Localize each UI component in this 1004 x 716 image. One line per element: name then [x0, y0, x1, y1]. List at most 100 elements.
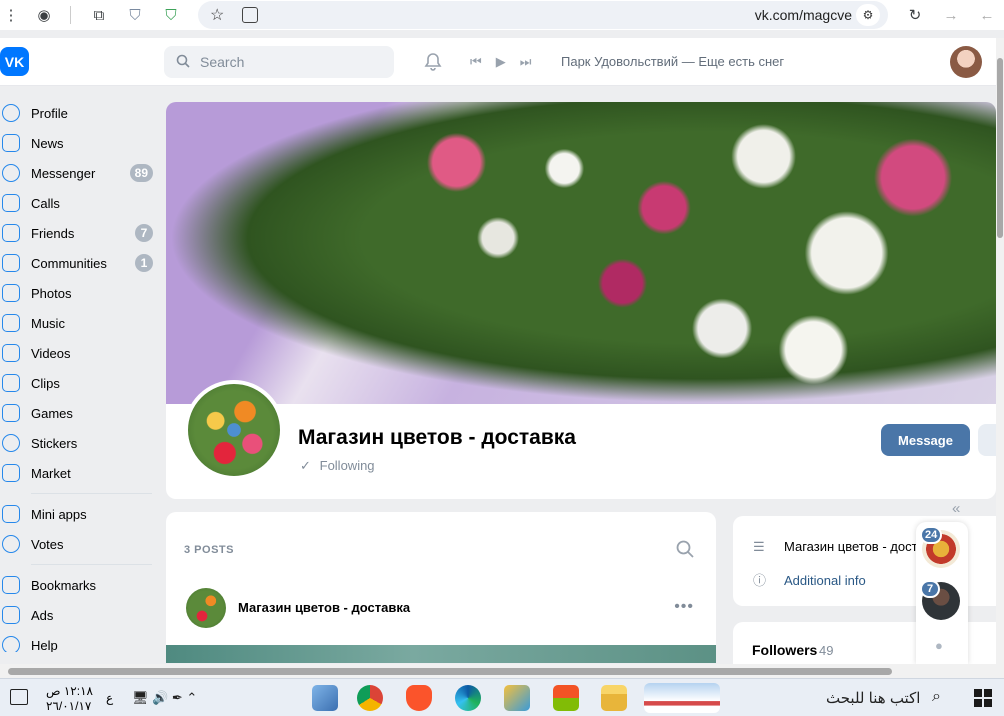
adguard-icon[interactable]: ⛉ [160, 4, 182, 26]
sidebar-item-messenger[interactable]: Messenger 89 [0, 158, 160, 188]
notification-icon[interactable] [10, 689, 28, 705]
post-author-avatar[interactable] [186, 588, 226, 628]
message-button[interactable]: Message [881, 424, 970, 456]
search-input[interactable] [164, 46, 394, 78]
bookmark-star-icon[interactable]: ☆ [210, 5, 224, 25]
messenger-icon [2, 164, 20, 182]
description-row[interactable]: ☰ Магазин цветов - дост [753, 539, 918, 555]
brave-icon[interactable] [406, 685, 432, 711]
text-lines-icon: ☰ [753, 539, 765, 554]
following-status[interactable]: ✓ Following [300, 458, 375, 474]
translate-icon[interactable] [242, 7, 258, 23]
sidebar-item-clips[interactable]: Clips [0, 368, 160, 398]
back-icon[interactable]: ← [976, 4, 998, 26]
system-tray-icons[interactable]: 🖥 🔊 ✒ ⌃ [132, 690, 197, 706]
sidebar-item-friends[interactable]: Friends 7 [0, 218, 160, 248]
games-icon [2, 404, 20, 422]
clock-time: ١٢:١٨ ص [46, 684, 93, 698]
audio-player: ⏮ ▶ ⏭ [470, 54, 531, 70]
sidebar-item-music[interactable]: Music [0, 308, 160, 338]
vk-header: VK ⏮ ▶ ⏭ Парк Удовольствий — Еще есть сн… [0, 38, 996, 86]
market-icon [2, 464, 20, 482]
address-bar[interactable]: ☆ vk.com/magcve ⚙ [198, 1, 888, 29]
reload-icon[interactable]: ↻ [904, 4, 926, 26]
videos-icon [2, 344, 20, 362]
sidebar-item-help[interactable]: Help [0, 630, 160, 652]
votes-icon [2, 535, 20, 553]
weather-widget[interactable] [644, 683, 720, 713]
search-icon[interactable] [676, 540, 694, 558]
sidebar-item-votes[interactable]: Votes [0, 529, 160, 559]
user-avatar[interactable] [950, 46, 982, 78]
app-icon[interactable] [312, 685, 338, 711]
previous-track-icon[interactable]: ⏮ [470, 54, 482, 70]
file-explorer-icon[interactable] [601, 685, 627, 711]
shield-extension-icon[interactable]: ⛉ [124, 4, 146, 26]
now-playing-text[interactable]: Парк Удовольствий — Еще есть снег [561, 54, 784, 69]
page-title: Магазин цветов - доставка [298, 426, 576, 449]
clips-icon [2, 374, 20, 392]
windows-taskbar: ١٢:١٨ ص ٢٦/٠١/١٧ ع 🖥 🔊 ✒ ⌃ اكتب هنا للبح… [0, 678, 1004, 716]
followers-label: Followers [752, 642, 818, 658]
sidebar-item-bookmarks[interactable]: Bookmarks [0, 570, 160, 600]
windows-start-icon[interactable] [974, 689, 992, 707]
more-options-icon[interactable]: ••• [674, 598, 694, 616]
browser-toolbar: ⋮ ◉ ⧉ ⛉ ⛉ ☆ vk.com/magcve ⚙ ↻ → ← [0, 0, 1004, 30]
post-author-name[interactable]: Магазин цветов - доставка [238, 600, 410, 615]
search-icon[interactable]: ⌕ [932, 688, 941, 706]
sidebar-item-games[interactable]: Games [0, 398, 160, 428]
collapse-chevrons-icon[interactable]: « [952, 500, 960, 517]
store-icon[interactable] [553, 685, 579, 711]
calls-icon [2, 194, 20, 212]
vertical-scrollbar[interactable] [996, 38, 1004, 664]
game-app-icon[interactable] [504, 685, 530, 711]
sidebar-item-profile[interactable]: Profile [0, 98, 160, 128]
profile-icon [2, 104, 20, 122]
scrollbar-thumb[interactable] [8, 668, 892, 675]
sidebar-item-videos[interactable]: Videos [0, 338, 160, 368]
chat-bubble-icon[interactable]: ● [935, 638, 943, 653]
stickers-icon [2, 434, 20, 452]
taskbar-clock[interactable]: ١٢:١٨ ص ٢٦/٠١/١٧ [46, 684, 93, 714]
community-avatar[interactable] [184, 380, 284, 480]
ads-icon [2, 606, 20, 624]
sidebar-item-calls[interactable]: Calls [0, 188, 160, 218]
next-track-icon[interactable]: ⏭ [520, 54, 532, 70]
more-actions-button[interactable] [978, 424, 996, 456]
posts-count: 3 POSTS [184, 544, 234, 556]
url-text[interactable]: vk.com/magcve [755, 7, 852, 23]
additional-info-label: Additional info [784, 573, 866, 588]
forward-icon[interactable]: → [940, 4, 962, 26]
horizontal-scrollbar[interactable] [0, 664, 1004, 678]
post-image[interactable] [166, 645, 716, 663]
posts-card: 3 POSTS Магазин цветов - доставка ••• [166, 512, 716, 663]
vk-logo[interactable]: VK [0, 47, 29, 76]
bell-icon[interactable] [423, 52, 443, 72]
friends-icon [2, 224, 20, 242]
menu-dots-icon[interactable]: ⋮ [0, 4, 22, 26]
sidebar-item-stickers[interactable]: Stickers [0, 428, 160, 458]
sidebar-item-ads[interactable]: Ads [0, 600, 160, 630]
profile-icon[interactable]: ◉ [33, 4, 55, 26]
sidebar-item-mini-apps[interactable]: Mini apps [0, 499, 160, 529]
play-icon[interactable]: ▶ [496, 54, 506, 70]
sidebar-item-communities[interactable]: Communities 1 [0, 248, 160, 278]
edge-icon[interactable] [455, 685, 481, 711]
sidebar-item-photos[interactable]: Photos [0, 278, 160, 308]
chat-unread-badge: 24 [920, 526, 943, 544]
chrome-icon[interactable] [357, 685, 383, 711]
extensions-icon[interactable]: ⧉ [88, 4, 110, 26]
site-settings-icon[interactable]: ⚙ [856, 4, 880, 26]
music-icon [2, 314, 20, 332]
help-icon [2, 636, 20, 652]
sidebar-item-market[interactable]: Market [0, 458, 160, 488]
taskbar-search-text[interactable]: اكتب هنا للبحث [826, 689, 920, 707]
followers-count: 49 [819, 643, 834, 658]
cover-image [166, 102, 996, 404]
additional-info-link[interactable]: ⓘ Additional info [753, 570, 866, 589]
sidebar-item-news[interactable]: News [0, 128, 160, 158]
input-language[interactable]: ع [106, 691, 113, 705]
scrollbar-thumb[interactable] [997, 58, 1003, 238]
sidebar-divider [31, 564, 152, 565]
friends-count-badge: 7 [135, 224, 153, 242]
